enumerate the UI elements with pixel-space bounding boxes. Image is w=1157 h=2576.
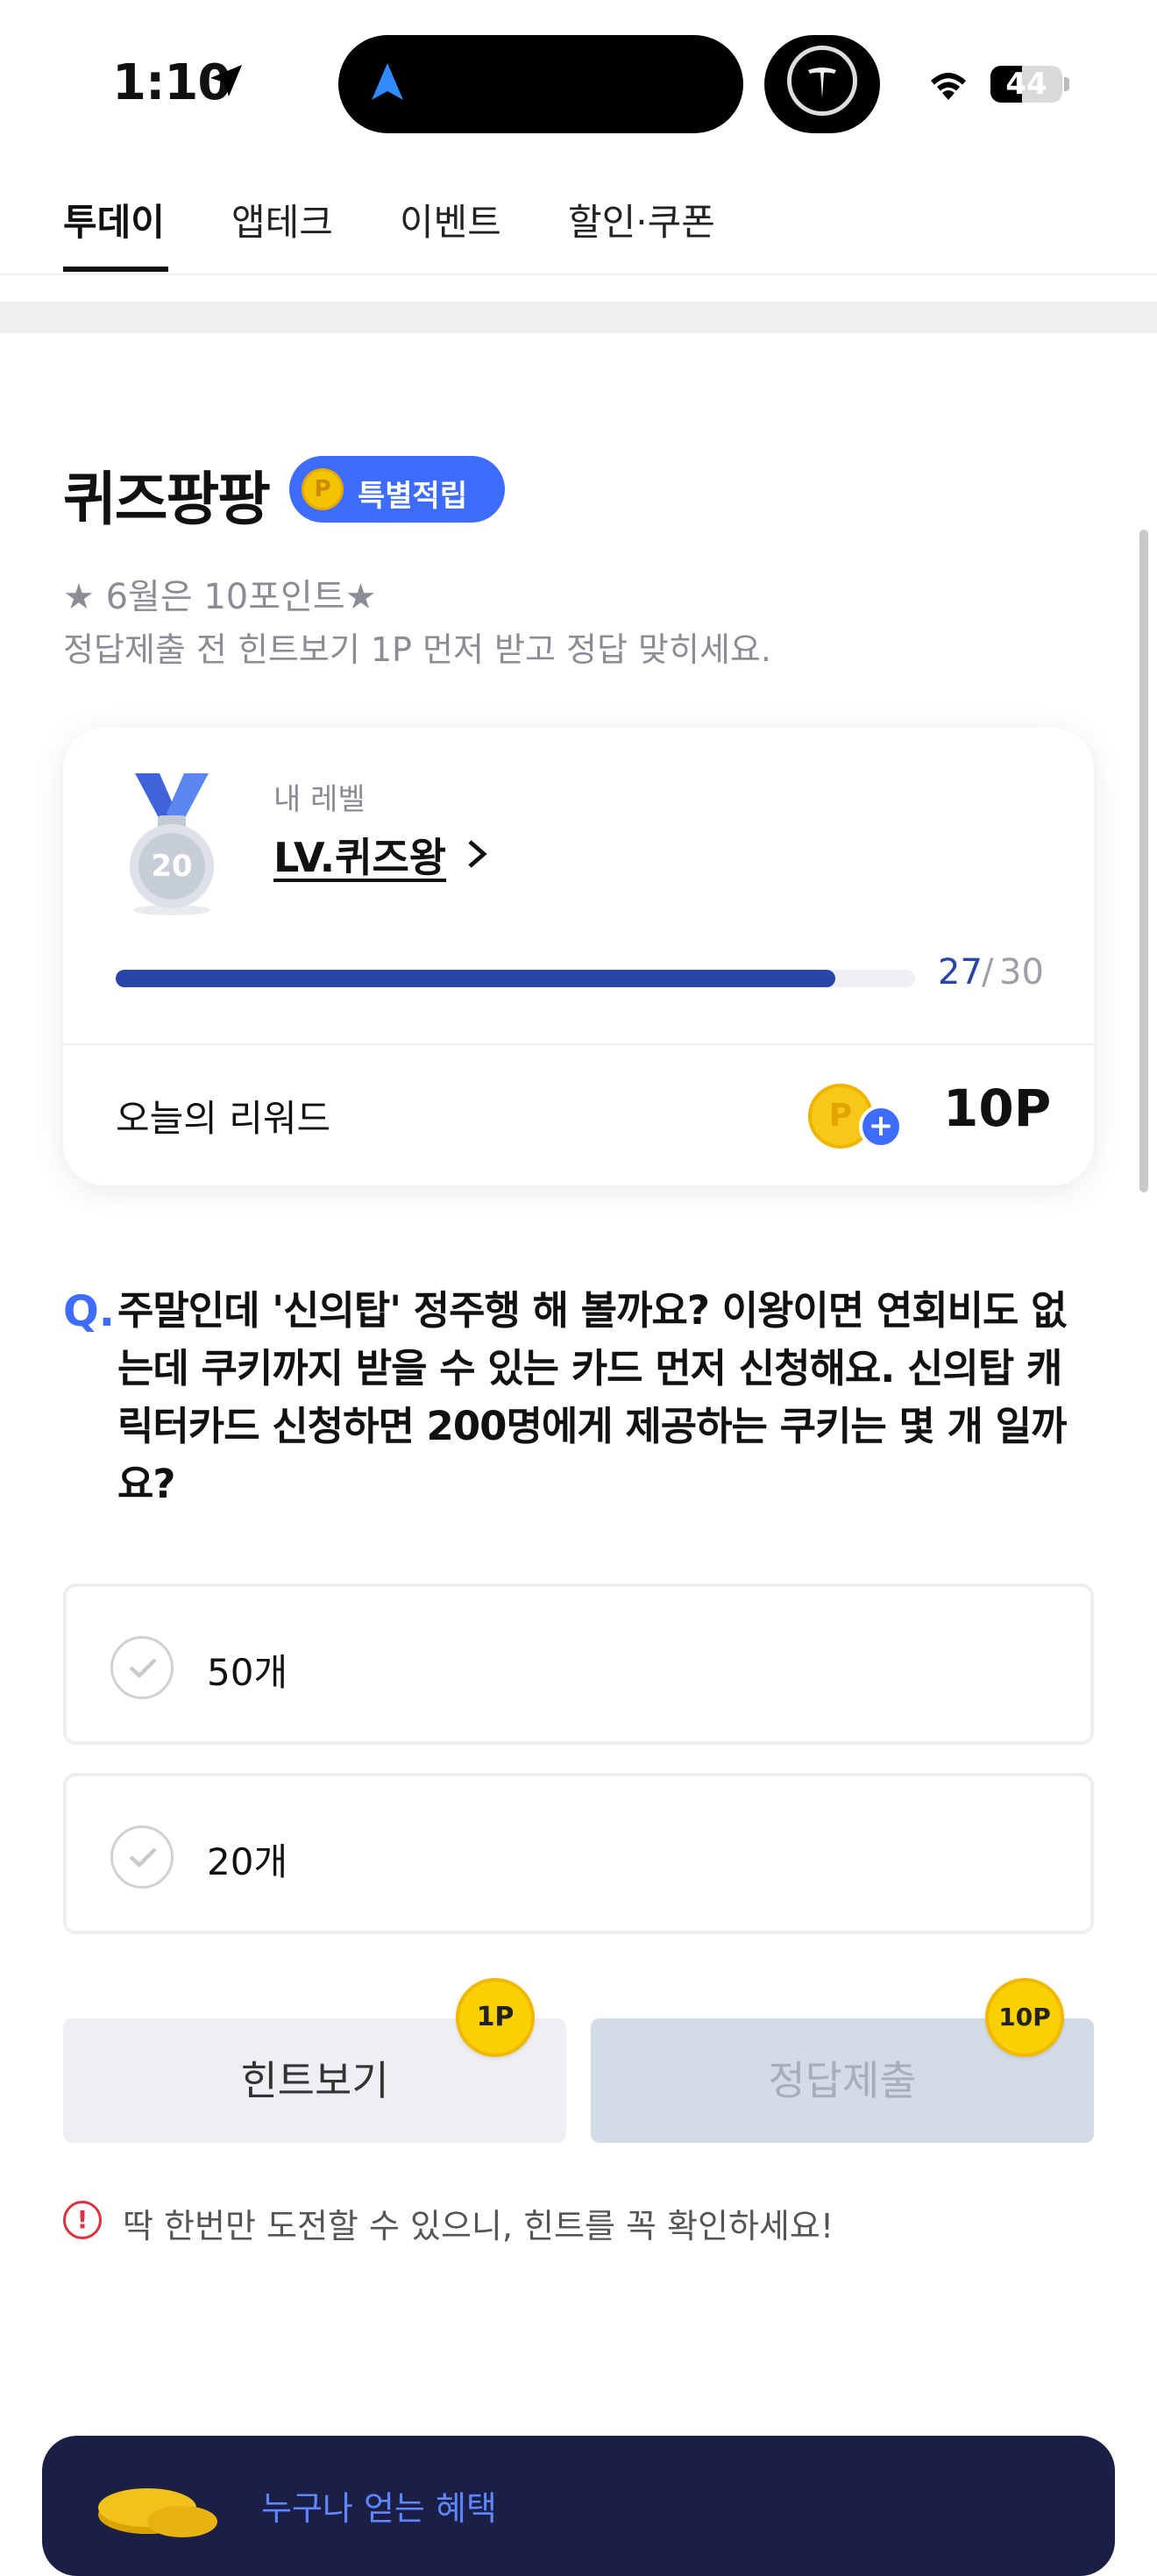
section-divider: [0, 302, 1157, 333]
option-label: 50개: [207, 1651, 288, 1694]
level-progress-track: [116, 970, 915, 987]
reward-plus-icon: +: [859, 1105, 903, 1149]
today-reward-amount: 10P: [943, 1078, 1052, 1138]
point-coin-icon: P: [302, 468, 344, 510]
quiz-description-line2: 정답제출 전 힌트보기 1P 먼저 받고 정답 맞히세요.: [63, 630, 771, 669]
today-reward-label: 오늘의 리워드: [116, 1097, 331, 1140]
location-arrow-icon: [210, 65, 242, 96]
my-level-label: 내 레벨: [273, 782, 366, 817]
level-name-link[interactable]: LV.퀴즈왕: [273, 826, 446, 884]
option-check-circle[interactable]: [110, 1636, 174, 1699]
active-tab-underline: [63, 267, 168, 272]
quiz-title: 퀴즈팡팡: [63, 466, 271, 533]
benefit-banner[interactable]: 누구나 얻는 혜택: [42, 2436, 1115, 2576]
check-icon: [129, 1658, 157, 1679]
special-badge-label: 특별적립: [358, 479, 468, 514]
option-check-circle[interactable]: [110, 1825, 174, 1889]
top-tab-bar: 투데이 앱테크 이벤트 할인·쿠폰: [0, 172, 1157, 275]
warning-icon: !: [63, 2201, 102, 2239]
option-label: 20개: [207, 1840, 288, 1883]
answer-option-1[interactable]: 50개: [63, 1583, 1094, 1745]
check-icon: [129, 1847, 157, 1868]
level-progress-fill: [116, 970, 835, 987]
tab-discount-coupon[interactable]: 할인·쿠폰: [568, 193, 715, 246]
battery-nub: [1064, 77, 1069, 91]
progress-separator: /: [982, 952, 994, 993]
submit-points-badge: 10P: [985, 1978, 1064, 2057]
warning-text: 딱 한번만 도전할 수 있으니, 힌트를 꼭 확인하세요!: [123, 2207, 834, 2245]
progress-total: 30: [999, 952, 1044, 993]
card-divider: [63, 1043, 1094, 1045]
medal-number: 20: [151, 849, 193, 884]
tab-event[interactable]: 이벤트: [400, 193, 501, 246]
medal-icon: [130, 773, 214, 915]
navigation-arrow-icon: [372, 63, 403, 100]
battery-percent: 44: [1005, 67, 1047, 102]
scrollbar[interactable]: [1139, 530, 1148, 1192]
progress-current: 27: [938, 952, 983, 993]
banner-title: 누구나 얻는 혜택: [261, 2489, 497, 2528]
battery-indicator: 44: [990, 66, 1062, 103]
wifi-icon: [931, 73, 966, 100]
level-card: 20 내 레벨 LV.퀴즈왕 27 / 30 오늘의 리워드 P + 10P: [63, 728, 1094, 1185]
chevron-right-icon[interactable]: [465, 838, 489, 870]
quiz-description-line1: ★ 6월은 10포인트★: [63, 577, 377, 617]
special-badge: P 특별적립: [289, 456, 505, 523]
tesla-logo-icon: [808, 68, 836, 98]
question-prefix: Q.: [63, 1287, 116, 1336]
tab-today[interactable]: 투데이: [63, 193, 165, 246]
answer-option-2[interactable]: 20개: [63, 1773, 1094, 1934]
coin-stack-icon: [98, 2488, 217, 2537]
question-text: 주말인데 '신의탑' 정주행 해 볼까요? 이왕이면 연회비도 없는데 쿠키까지…: [117, 1287, 1068, 1507]
tab-apptech[interactable]: 앱테크: [231, 193, 333, 246]
hint-points-badge: 1P: [456, 1978, 535, 2057]
